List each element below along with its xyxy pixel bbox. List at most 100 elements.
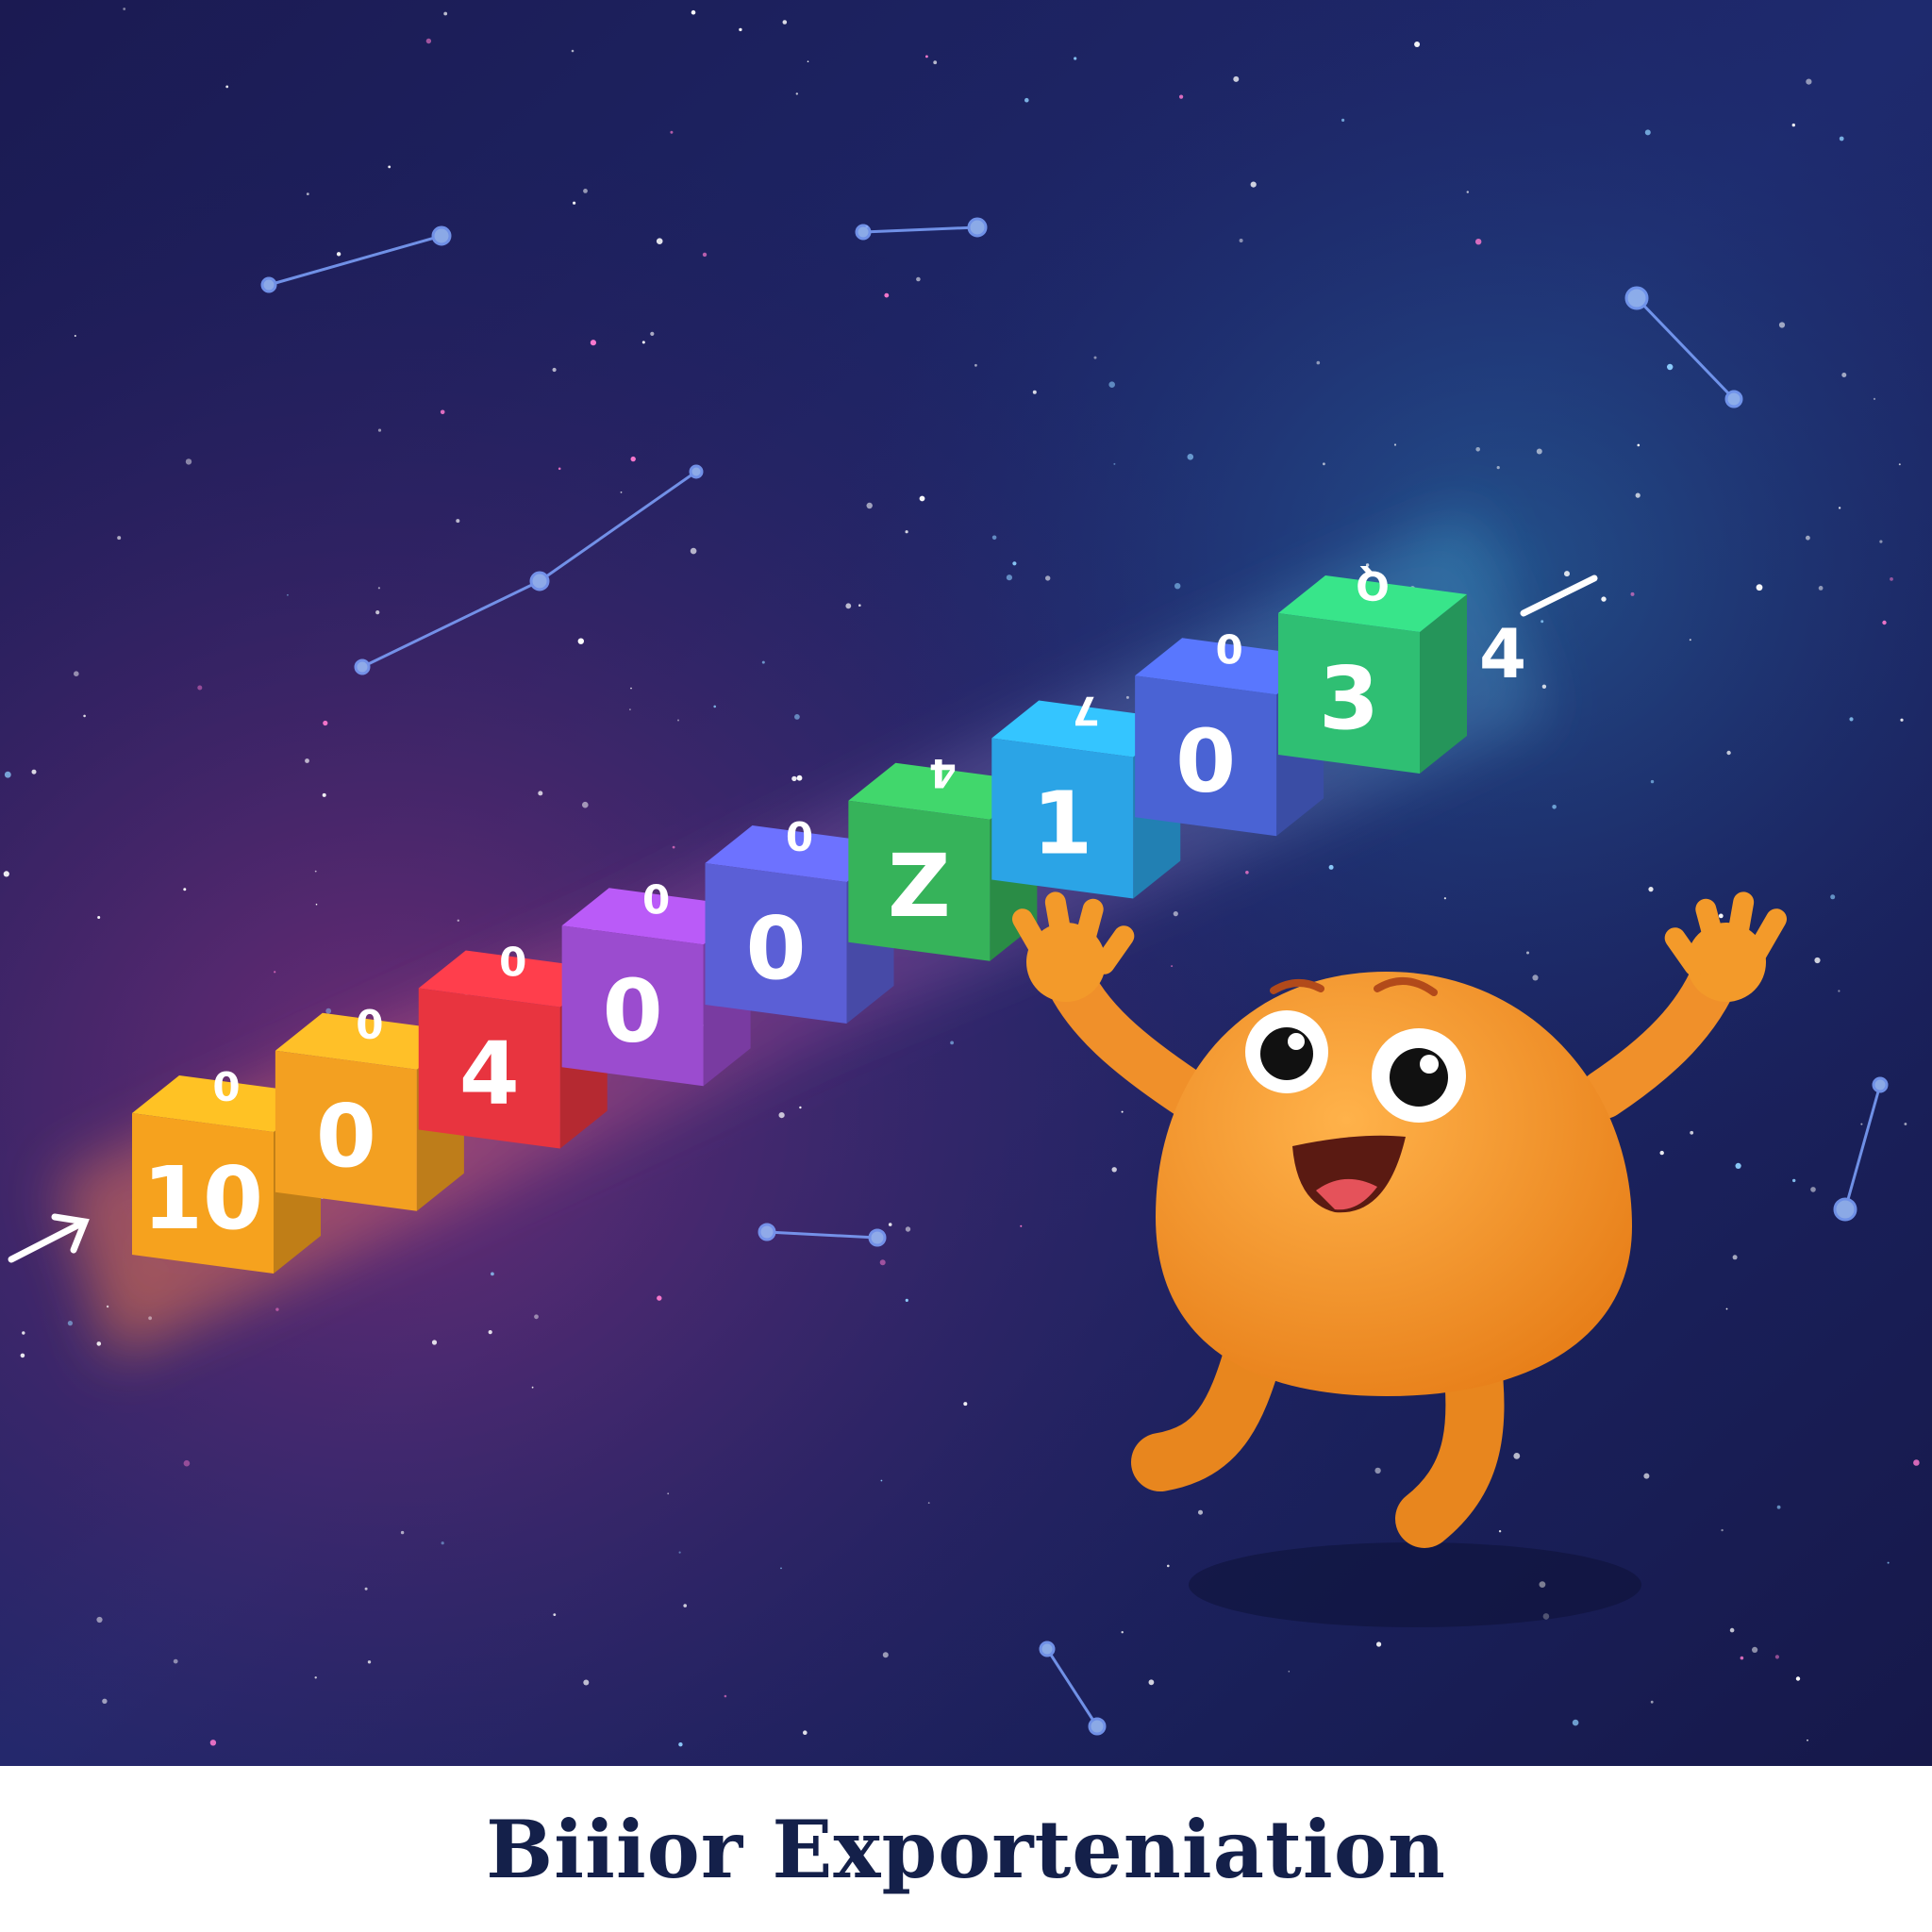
star xyxy=(629,708,631,710)
star xyxy=(1721,1528,1724,1532)
star xyxy=(916,276,921,282)
star xyxy=(1810,1187,1816,1192)
star xyxy=(96,1616,103,1624)
star xyxy=(933,60,938,65)
star xyxy=(1807,1739,1808,1741)
star xyxy=(1466,191,1470,193)
star xyxy=(1006,575,1012,581)
star xyxy=(670,130,674,134)
star xyxy=(1890,577,1893,581)
star xyxy=(1756,584,1763,591)
star xyxy=(1752,1646,1758,1653)
star xyxy=(377,587,380,590)
caption-bar: Biiior Exporteniation xyxy=(0,1766,1932,1932)
star xyxy=(888,1223,892,1226)
star xyxy=(1806,78,1812,85)
star xyxy=(905,530,908,534)
block-front-digit: 0 xyxy=(603,960,663,1061)
star xyxy=(1838,507,1841,509)
block-top-digit: 0 xyxy=(642,874,670,921)
star xyxy=(1323,462,1325,466)
star xyxy=(1498,1530,1502,1533)
star xyxy=(20,1353,25,1358)
star xyxy=(558,467,561,471)
star xyxy=(1552,805,1557,809)
star xyxy=(1024,97,1029,103)
star xyxy=(845,603,852,609)
star xyxy=(274,971,276,974)
star xyxy=(4,771,11,778)
star xyxy=(641,341,645,344)
block-front-digit: Z xyxy=(888,836,951,937)
star xyxy=(1198,1509,1203,1515)
star xyxy=(102,1698,108,1705)
star xyxy=(882,1652,889,1658)
star xyxy=(1839,136,1844,142)
star xyxy=(1393,443,1397,446)
star xyxy=(1443,897,1446,900)
star xyxy=(884,292,890,298)
star xyxy=(690,547,697,555)
star xyxy=(1650,1700,1654,1704)
star xyxy=(185,458,192,465)
star xyxy=(388,165,391,169)
star xyxy=(1572,1719,1579,1726)
space-scene: 4 10000400000Z417003Q xyxy=(0,0,1932,1766)
star xyxy=(336,252,341,257)
star xyxy=(173,1658,178,1664)
star xyxy=(691,9,696,15)
star xyxy=(375,610,380,615)
star xyxy=(1045,575,1051,581)
star xyxy=(1148,1679,1155,1686)
star xyxy=(377,428,382,432)
star xyxy=(1526,951,1529,955)
star xyxy=(683,1604,687,1607)
block-top-digit: 0 xyxy=(499,938,526,984)
star xyxy=(620,491,623,493)
star xyxy=(1898,463,1901,466)
star xyxy=(1841,373,1847,377)
star xyxy=(325,1008,332,1014)
star xyxy=(1913,1459,1920,1466)
star xyxy=(799,1106,802,1109)
star xyxy=(630,687,632,690)
block-top-digit: 0 xyxy=(212,1062,240,1108)
star xyxy=(123,8,126,10)
star xyxy=(950,1041,954,1045)
star xyxy=(1650,779,1655,784)
star xyxy=(1475,239,1482,245)
star xyxy=(573,201,576,205)
star xyxy=(400,1530,405,1535)
star xyxy=(67,1321,73,1326)
star xyxy=(1171,965,1174,968)
star xyxy=(1740,1656,1744,1660)
star xyxy=(672,845,675,849)
star xyxy=(919,495,925,502)
star xyxy=(443,11,448,16)
star xyxy=(1513,1453,1521,1459)
star xyxy=(1179,94,1184,99)
star xyxy=(1643,1473,1650,1479)
star xyxy=(1187,454,1194,460)
star xyxy=(1830,894,1836,900)
star xyxy=(796,774,803,781)
star xyxy=(630,456,636,462)
number-block: 3Q xyxy=(1278,562,1467,774)
star xyxy=(1735,1162,1741,1169)
star xyxy=(1250,181,1257,188)
star xyxy=(678,1551,681,1554)
star xyxy=(1774,1655,1779,1659)
star xyxy=(106,1305,109,1308)
star xyxy=(1635,492,1641,498)
star xyxy=(305,758,309,763)
block-front-digit: 10 xyxy=(142,1148,263,1249)
star xyxy=(22,1331,25,1335)
star xyxy=(1233,75,1240,82)
star xyxy=(364,1587,368,1591)
block-front-digit: 1 xyxy=(1032,774,1092,874)
star xyxy=(314,870,317,873)
star xyxy=(702,252,708,258)
block-top-digit: 4 xyxy=(929,750,957,796)
star xyxy=(117,536,122,541)
star xyxy=(1121,1110,1124,1113)
